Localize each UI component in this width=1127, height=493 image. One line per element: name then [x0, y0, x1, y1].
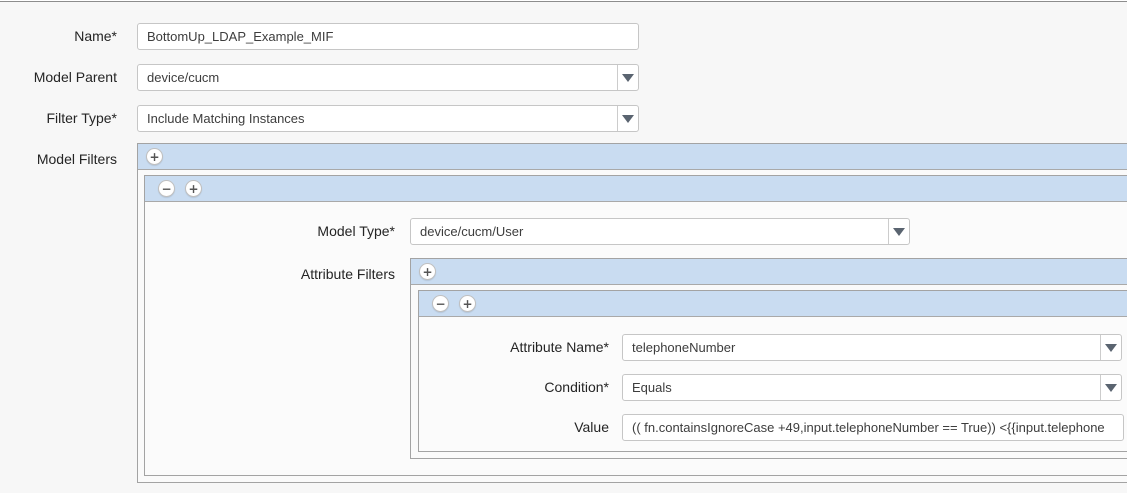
name-row: Name*: [0, 23, 1127, 50]
filter-type-dropdown-button[interactable]: [617, 106, 638, 131]
filter-type-select[interactable]: Include Matching Instances: [137, 105, 639, 132]
model-filter-item-toolbar: − +: [145, 176, 1127, 202]
filter-type-row: Filter Type* Include Matching Instances: [0, 105, 1127, 132]
model-filters-panel: + − + Model Type* device/cucm/User Attri…: [137, 143, 1127, 483]
attribute-filter-item-panel: − + Attribute Name* telephoneNumber Cond…: [418, 290, 1127, 452]
add-attribute-filter-inline-button[interactable]: +: [459, 295, 476, 312]
name-label: Name*: [74, 28, 117, 44]
value-field-wrap: [622, 414, 1124, 441]
attribute-filters-panel: + − + Attribute Name* telephoneNumber Co…: [410, 258, 1127, 459]
attribute-name-dropdown-button[interactable]: [1100, 335, 1121, 360]
attribute-name-selected-value: telephoneNumber: [632, 340, 736, 355]
chevron-down-icon: [622, 73, 634, 82]
model-filters-row: Model Filters + − + Model Type* device/c…: [0, 143, 1127, 483]
add-attribute-filter-button[interactable]: +: [419, 263, 436, 280]
model-parent-dropdown-button[interactable]: [617, 65, 638, 90]
model-type-dropdown-button[interactable]: [888, 219, 909, 244]
attribute-name-label: Attribute Name*: [510, 339, 609, 355]
filter-type-selected-value: Include Matching Instances: [147, 111, 305, 126]
model-filters-add-toolbar: +: [138, 144, 1127, 170]
condition-selected-value: Equals: [632, 380, 672, 395]
chevron-down-icon: [622, 114, 634, 123]
model-parent-select[interactable]: device/cucm: [137, 64, 639, 91]
model-parent-selected-value: device/cucm: [147, 70, 220, 85]
chevron-down-icon: [893, 227, 905, 236]
chevron-down-icon: [1105, 383, 1117, 392]
model-parent-label: Model Parent: [33, 69, 117, 85]
model-type-label: Model Type*: [317, 223, 395, 239]
remove-attribute-filter-button[interactable]: −: [432, 295, 449, 312]
value-input[interactable]: [623, 415, 1123, 440]
model-instance-filter-form: Name* Model Parent device/cucm Filter Ty…: [0, 2, 1127, 483]
name-field-wrap: [137, 23, 639, 50]
add-model-filter-button[interactable]: +: [146, 148, 163, 165]
attribute-name-row: Attribute Name* telephoneNumber: [419, 334, 1127, 361]
model-type-select[interactable]: device/cucm/User: [410, 218, 910, 245]
attribute-filters-label: Attribute Filters: [300, 266, 395, 282]
model-type-selected-value: device/cucm/User: [420, 224, 524, 239]
condition-label: Condition*: [544, 379, 609, 395]
condition-row: Condition* Equals: [419, 374, 1127, 401]
attribute-filter-item-toolbar: − +: [419, 291, 1127, 317]
value-row: Value: [419, 414, 1127, 441]
name-input[interactable]: [138, 24, 638, 49]
model-filters-label: Model Filters: [36, 151, 117, 167]
attribute-filters-add-toolbar: +: [411, 259, 1127, 285]
model-type-row: Model Type* device/cucm/User: [145, 218, 1127, 245]
add-model-filter-inline-button[interactable]: +: [185, 180, 202, 197]
condition-select[interactable]: Equals: [622, 374, 1122, 401]
value-label: Value: [574, 419, 609, 435]
attribute-name-select[interactable]: telephoneNumber: [622, 334, 1122, 361]
chevron-down-icon: [1105, 343, 1117, 352]
model-parent-row: Model Parent device/cucm: [0, 64, 1127, 91]
remove-model-filter-button[interactable]: −: [158, 180, 175, 197]
filter-type-label: Filter Type*: [46, 110, 117, 126]
condition-dropdown-button[interactable]: [1100, 375, 1121, 400]
attribute-filters-row: Attribute Filters + − + Attribute Name* …: [145, 258, 1127, 459]
model-filter-item-panel: − + Model Type* device/cucm/User Attribu…: [144, 175, 1127, 476]
